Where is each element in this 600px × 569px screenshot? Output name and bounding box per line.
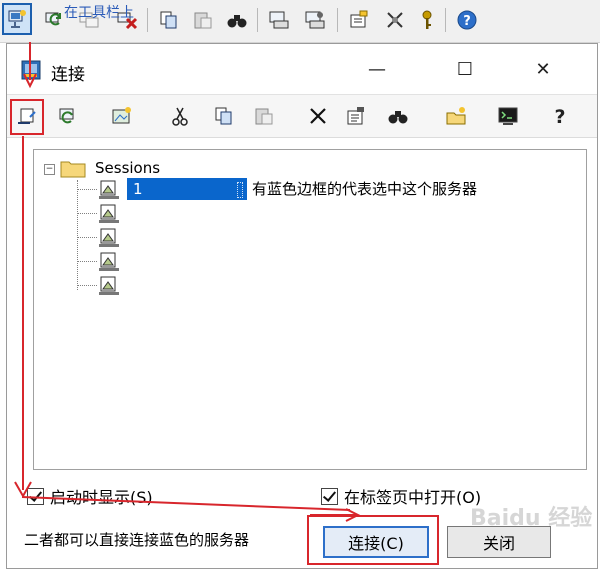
show-on-startup-checkbox[interactable]: 启动时显示(S)	[27, 484, 153, 508]
key-icon[interactable]	[412, 5, 442, 35]
checkbox-box[interactable]	[321, 487, 338, 505]
collapse-toggle[interactable]: −	[44, 164, 55, 175]
connect-button-highlight	[307, 515, 439, 565]
dialog-titlebar: 连接 — ☐ ✕	[7, 44, 597, 94]
connect-icon[interactable]	[10, 99, 44, 135]
session-icon	[99, 180, 119, 199]
session-icon	[99, 252, 119, 271]
toolbar-separator	[445, 8, 446, 32]
folder-icon	[60, 161, 86, 178]
app-toolbar: ? 在工具栏上	[0, 0, 600, 43]
terminal-icon[interactable]	[493, 101, 523, 131]
checkbox-box[interactable]	[27, 487, 44, 505]
connect-icon[interactable]	[2, 3, 32, 35]
new-session-icon[interactable]	[107, 101, 137, 131]
session-icon	[99, 276, 119, 295]
close-button[interactable]: ✕	[523, 54, 563, 84]
session-icon	[99, 228, 119, 247]
print-icon[interactable]	[264, 5, 294, 35]
session-item[interactable]	[77, 250, 577, 274]
connect-dialog: 连接 — ☐ ✕ ? − Sessions 1 有蓝色边框的代表选中这个服务器 …	[6, 43, 598, 569]
print-setup-icon[interactable]	[300, 5, 330, 35]
dialog-toolbar: ?	[7, 94, 597, 138]
svg-text:?: ?	[554, 106, 565, 127]
session-icon	[99, 204, 119, 223]
new-folder-icon[interactable]	[441, 101, 471, 131]
delete-icon[interactable]	[303, 101, 333, 131]
session-item[interactable]	[77, 226, 577, 250]
find-icon[interactable]	[383, 101, 413, 131]
checkbox-label: 在标签页中打开(O)	[344, 488, 482, 507]
help-icon[interactable]: ?	[545, 101, 575, 131]
cut-icon[interactable]	[165, 101, 195, 131]
maximize-button[interactable]: ☐	[445, 54, 485, 84]
app-icon	[21, 60, 41, 80]
toolbar-annotation: 在工具栏上	[64, 5, 134, 21]
session-name-input[interactable]: 1	[127, 178, 247, 200]
tree-root-label[interactable]: Sessions	[95, 159, 160, 177]
toolbar-separator	[257, 8, 258, 32]
open-in-tab-checkbox[interactable]: 在标签页中打开(O)	[321, 484, 481, 508]
session-options-icon[interactable]	[344, 5, 374, 35]
copy-icon[interactable]	[154, 5, 184, 35]
session-item[interactable]	[77, 274, 577, 298]
toolbar-separator	[337, 8, 338, 32]
footer-annotation: 二者都可以直接连接蓝色的服务器	[24, 531, 250, 549]
session-name: 1	[133, 180, 143, 198]
copy-icon[interactable]	[209, 101, 239, 131]
minimize-button[interactable]: —	[357, 54, 397, 84]
watermark: Baidu 经验	[470, 506, 593, 531]
global-options-icon[interactable]	[380, 5, 410, 35]
session-tree[interactable]: − Sessions 1 有蓝色边框的代表选中这个服务器	[33, 149, 587, 470]
find-icon[interactable]	[222, 5, 252, 35]
paste-icon[interactable]	[249, 101, 279, 131]
selection-annotation: 有蓝色边框的代表选中这个服务器	[252, 180, 478, 198]
toolbar-separator	[147, 8, 148, 32]
svg-text:?: ?	[463, 14, 471, 29]
properties-icon[interactable]	[341, 101, 371, 131]
paste-icon[interactable]	[188, 5, 218, 35]
help-icon[interactable]: ?	[452, 5, 482, 35]
session-item[interactable]	[77, 202, 577, 226]
checkbox-label: 启动时显示(S)	[50, 488, 153, 507]
quick-connect-icon[interactable]	[53, 101, 83, 131]
dialog-title: 连接	[51, 65, 85, 85]
